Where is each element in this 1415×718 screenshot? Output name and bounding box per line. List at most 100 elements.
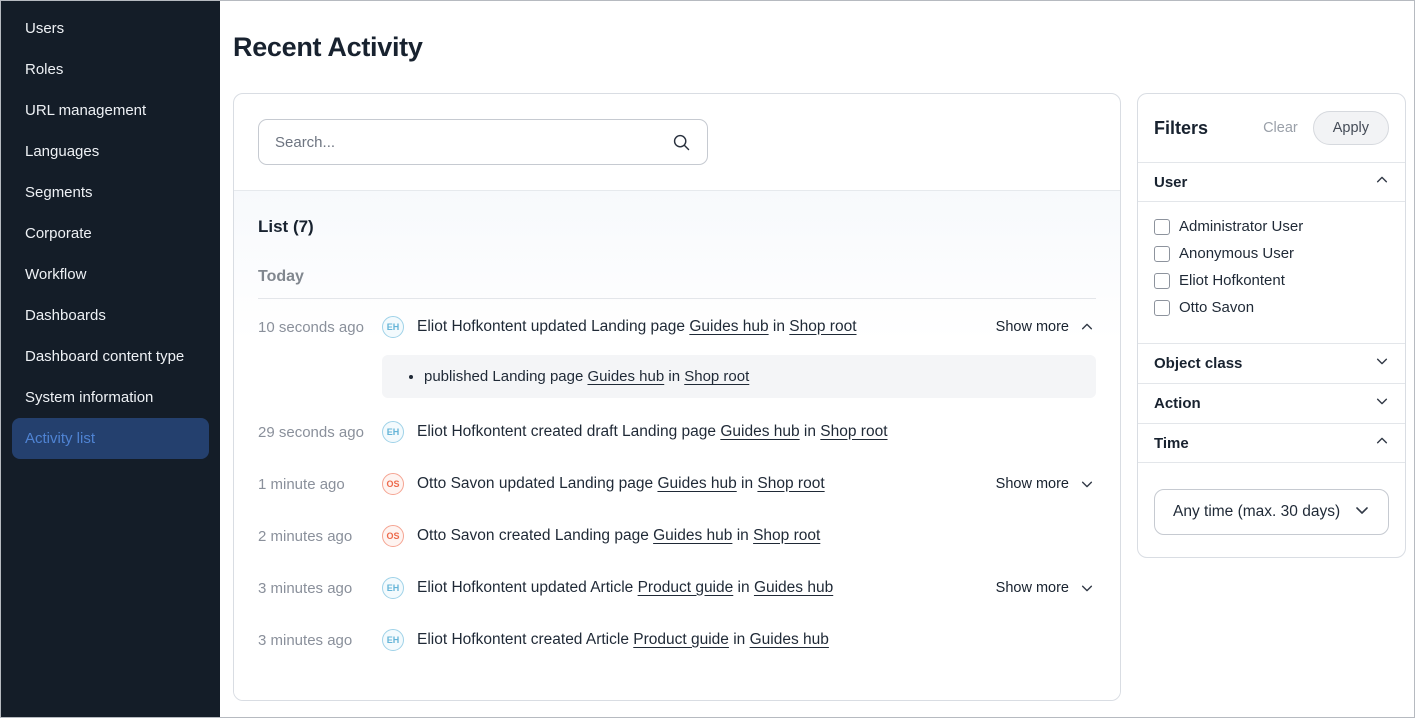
content-link[interactable]: Guides hub (750, 631, 829, 648)
search-input[interactable] (275, 134, 672, 151)
content-link[interactable]: Shop root (684, 368, 749, 385)
sidebar-item-url-management[interactable]: URL management (12, 90, 209, 131)
user-avatar: EH (382, 629, 404, 651)
user-avatar: EH (382, 577, 404, 599)
sidebar-item-system-information[interactable]: System information (12, 377, 209, 418)
sidebar: UsersRolesURL managementLanguagesSegment… (1, 1, 220, 717)
time-range-selected-value: Any time (max. 30 days) (1173, 503, 1340, 521)
user-avatar: EH (382, 316, 404, 338)
activity-detail-box: published Landing page Guides hub in Sho… (382, 355, 1096, 398)
activity-timestamp: 3 minutes ago (258, 580, 382, 597)
show-more-label: Show more (996, 580, 1069, 596)
activity-timestamp: 1 minute ago (258, 476, 382, 493)
activity-text-segment: Eliot Hofkontent created Article (417, 631, 633, 648)
checkbox-label: Anonymous User (1179, 245, 1294, 262)
content-link[interactable]: Product guide (633, 631, 729, 648)
user-avatar: OS (382, 473, 404, 495)
clear-filters-button[interactable]: Clear (1263, 120, 1298, 136)
show-more-button[interactable]: Show more (996, 476, 1096, 492)
user-filter-option[interactable]: Eliot Hofkontent (1154, 267, 1389, 294)
activity-row: 1 minute agoOS Otto Savon updated Landing… (258, 458, 1096, 510)
sidebar-item-activity-list[interactable]: Activity list (12, 418, 209, 459)
search-section (234, 94, 1120, 191)
content-link[interactable]: Guides hub (689, 318, 768, 335)
user-filter-option[interactable]: Otto Savon (1154, 294, 1389, 321)
content-link[interactable]: Shop root (820, 423, 887, 440)
sidebar-item-dashboard-content-type[interactable]: Dashboard content type (12, 336, 209, 377)
checkbox-label: Administrator User (1179, 218, 1303, 235)
user-filter-options: Administrator User Anonymous User Eliot Ho… (1138, 202, 1405, 343)
checkbox[interactable] (1154, 219, 1170, 235)
content-link[interactable]: Guides hub (720, 423, 799, 440)
activity-timestamp: 2 minutes ago (258, 528, 382, 545)
filters-title: Filters (1154, 118, 1263, 139)
show-more-button[interactable]: Show more (996, 580, 1096, 596)
sidebar-item-corporate[interactable]: Corporate (12, 213, 209, 254)
content-link[interactable]: Guides hub (587, 368, 664, 385)
activity-text-segment: in (733, 579, 754, 596)
sidebar-item-dashboards[interactable]: Dashboards (12, 295, 209, 336)
filter-section-user-header[interactable]: User (1138, 163, 1405, 202)
checkbox-label: Eliot Hofkontent (1179, 272, 1285, 289)
sidebar-item-languages[interactable]: Languages (12, 131, 209, 172)
content-link[interactable]: Product guide (638, 579, 734, 596)
content-link[interactable]: Shop root (753, 527, 820, 544)
filter-section-object-class-label: Object class (1154, 355, 1242, 372)
activity-description: Otto Savon updated Landing page Guides h… (417, 474, 980, 495)
filter-section-action: Action (1138, 383, 1405, 423)
checkbox[interactable] (1154, 300, 1170, 316)
chevron-down-icon (1080, 581, 1094, 595)
activity-text-segment: Otto Savon created Landing page (417, 527, 653, 544)
list-title: List (7) (258, 217, 1096, 237)
apply-filters-button[interactable]: Apply (1313, 111, 1389, 145)
sidebar-item-workflow[interactable]: Workflow (12, 254, 209, 295)
list-section: List (7) Today 10 seconds agoEHEliot Hof… (234, 191, 1120, 700)
activity-row: 2 minutes agoOS Otto Savon created Landin… (258, 510, 1096, 562)
activity-text-segment: in (769, 318, 790, 335)
filter-section-time: Time Any time (max. 30 days) (1138, 423, 1405, 557)
activity-row: 10 seconds agoEHEliot Hofkontent updated… (258, 301, 1096, 353)
activity-text-segment: in (800, 423, 821, 440)
divider (258, 298, 1096, 299)
sidebar-item-roles[interactable]: Roles (12, 49, 209, 90)
filters-panel: Filters Clear Apply User Administrator U… (1137, 93, 1406, 558)
user-avatar: OS (382, 525, 404, 547)
filter-section-action-header[interactable]: Action (1138, 384, 1405, 423)
search-box[interactable] (258, 119, 708, 165)
filter-section-user-label: User (1154, 174, 1187, 191)
main-area: Recent Activity (220, 1, 1414, 717)
activity-text-segment: in (664, 368, 684, 385)
filters-header: Filters Clear Apply (1138, 94, 1405, 162)
sidebar-item-segments[interactable]: Segments (12, 172, 209, 213)
activity-description: Eliot Hofkontent updated Landing page Gu… (417, 317, 980, 338)
activity-description: Eliot Hofkontent created draft Landing p… (417, 422, 1096, 443)
content-link[interactable]: Shop root (757, 475, 824, 492)
show-more-label: Show more (996, 319, 1069, 335)
content-row: List (7) Today 10 seconds agoEHEliot Hof… (233, 93, 1406, 701)
show-more-button[interactable]: Show more (996, 319, 1096, 335)
user-filter-option[interactable]: Anonymous User (1154, 240, 1389, 267)
content-link[interactable]: Guides hub (657, 475, 736, 492)
chevron-up-icon (1080, 320, 1094, 334)
content-link[interactable]: Guides hub (653, 527, 732, 544)
activity-description: Eliot Hofkontent created Article Product… (417, 630, 1096, 651)
checkbox[interactable] (1154, 273, 1170, 289)
activity-card: List (7) Today 10 seconds agoEHEliot Hof… (233, 93, 1121, 701)
sidebar-item-users[interactable]: Users (12, 8, 209, 49)
activity-rows: 10 seconds agoEHEliot Hofkontent updated… (258, 301, 1096, 666)
checkbox[interactable] (1154, 246, 1170, 262)
activity-text-segment: in (732, 527, 753, 544)
activity-timestamp: 3 minutes ago (258, 632, 382, 649)
content-link[interactable]: Shop root (789, 318, 856, 335)
chevron-down-icon (1080, 477, 1094, 491)
activity-text-segment: Eliot Hofkontent created draft Landing p… (417, 423, 720, 440)
filter-section-time-header[interactable]: Time (1138, 424, 1405, 463)
search-icon[interactable] (672, 133, 691, 152)
activity-row: 29 seconds agoEHEliot Hofkontent created… (258, 406, 1096, 458)
user-filter-option[interactable]: Administrator User (1154, 213, 1389, 240)
content-link[interactable]: Guides hub (754, 579, 833, 596)
activity-text-segment: Otto Savon updated Landing page (417, 475, 657, 492)
time-range-select[interactable]: Any time (max. 30 days) (1154, 489, 1389, 535)
activity-timestamp: 29 seconds ago (258, 424, 382, 441)
filter-section-object-class-header[interactable]: Object class (1138, 344, 1405, 383)
